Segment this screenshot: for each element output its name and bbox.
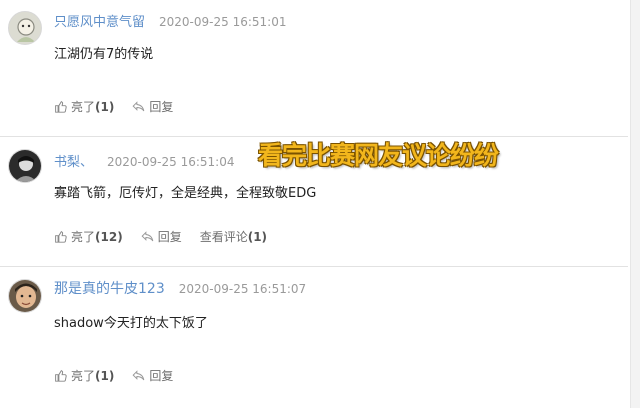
like-button[interactable]: 亮了 (1) xyxy=(54,367,114,384)
comment-actions: 亮了 (12) 回复 查看评论 (1) xyxy=(54,228,285,245)
like-count: (12) xyxy=(95,229,123,244)
timestamp: 2020-09-25 16:51:04 xyxy=(107,155,235,169)
timestamp: 2020-09-25 16:51:01 xyxy=(159,15,287,29)
comment-text: 江湖仍有7的传说 xyxy=(54,47,154,62)
like-label: 亮了 xyxy=(71,230,96,244)
reply-label: 回复 xyxy=(149,100,174,114)
comment-text: shadow今天打的太下饭了 xyxy=(54,316,208,331)
reply-button[interactable]: 回复 xyxy=(141,228,182,245)
view-replies-label: 查看评论 xyxy=(199,230,248,244)
username[interactable]: 书梨、 xyxy=(54,155,93,170)
reply-label: 回复 xyxy=(149,369,174,383)
scrollbar[interactable] xyxy=(630,0,640,408)
overlay-caption: 看完比赛网友议论纷纷 xyxy=(258,141,499,170)
view-replies-count: (1) xyxy=(247,229,268,244)
avatar[interactable] xyxy=(8,279,42,313)
like-button[interactable]: 亮了 (12) xyxy=(54,228,123,245)
thumbs-up-icon xyxy=(55,369,67,382)
reply-icon xyxy=(132,101,145,112)
username[interactable]: 只愿风中意气留 xyxy=(54,15,145,30)
comment-item: 那是真的牛皮123 2020-09-25 16:51:07 shadow今天打的太… xyxy=(0,267,628,408)
comment-actions: 亮了 (1) 回复 xyxy=(54,98,191,115)
reply-label: 回复 xyxy=(157,230,182,244)
like-count: (1) xyxy=(95,368,115,383)
username[interactable]: 那是真的牛皮123 xyxy=(54,281,165,297)
like-label: 亮了 xyxy=(71,100,96,114)
reply-button[interactable]: 回复 xyxy=(132,98,173,115)
thumbs-up-icon xyxy=(55,230,67,243)
reply-icon xyxy=(141,231,153,242)
reply-button[interactable]: 回复 xyxy=(132,367,173,384)
reply-icon xyxy=(132,370,145,381)
like-count: (1) xyxy=(95,99,115,114)
avatar[interactable] xyxy=(8,149,42,183)
like-button[interactable]: 亮了 (1) xyxy=(54,98,114,115)
like-label: 亮了 xyxy=(71,369,96,383)
avatar[interactable] xyxy=(8,11,42,45)
comment-meta: 只愿风中意气留 2020-09-25 16:51:01 xyxy=(54,11,286,30)
comment-meta: 那是真的牛皮123 2020-09-25 16:51:07 xyxy=(54,278,306,298)
thumbs-up-icon xyxy=(55,100,67,113)
comment-actions: 亮了 (1) 回复 xyxy=(54,367,191,384)
comment-item: 只愿风中意气留 2020-09-25 16:51:01 江湖仍有7的传说 亮了 (1… xyxy=(0,0,628,136)
timestamp: 2020-09-25 16:51:07 xyxy=(178,282,307,296)
comment-meta: 书梨、 2020-09-25 16:51:04 xyxy=(54,151,234,170)
view-replies-link[interactable]: 查看评论 (1) xyxy=(200,228,267,245)
comment-text: 寡踏飞箭，厄传灯，全是经典，全程致敬EDG xyxy=(54,186,317,201)
